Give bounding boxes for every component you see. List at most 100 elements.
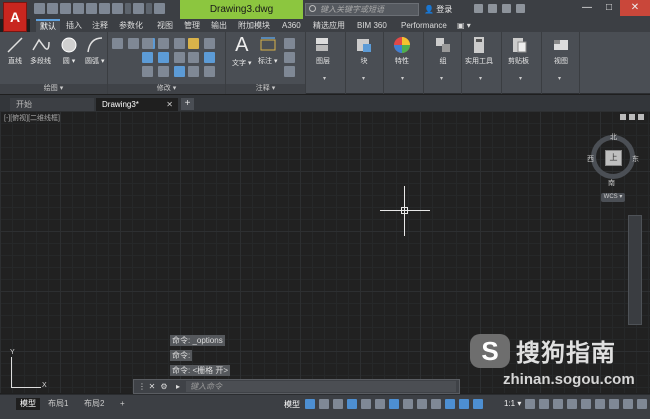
markup-icon[interactable]	[284, 66, 295, 77]
circle-tool[interactable]: 圆 ▾	[60, 36, 78, 66]
line-tool[interactable]: 直线	[6, 36, 24, 66]
utilities-panel[interactable]: 实用工具 ▾	[462, 32, 502, 94]
ribbon-options-icon[interactable]: ▣ ▾	[453, 19, 475, 32]
offset-icon[interactable]	[188, 52, 199, 63]
arc-tool[interactable]: 圆弧 ▾	[85, 36, 104, 66]
undo-dropdown-icon[interactable]	[125, 3, 131, 14]
lineweight-icon[interactable]	[403, 399, 413, 409]
join-icon[interactable]	[188, 66, 199, 77]
scale-icon[interactable]	[158, 66, 169, 77]
layers-panel[interactable]: 图层 ▾	[306, 32, 346, 94]
tab-insert[interactable]: 插入	[62, 19, 86, 32]
redo-icon[interactable]	[133, 3, 144, 14]
print-icon[interactable]	[99, 3, 110, 14]
annotation-scale-selector[interactable]: 1:1 ▾	[504, 399, 521, 408]
tab-annotate[interactable]: 注释	[88, 19, 112, 32]
block-dropdown-icon[interactable]: ▾	[362, 75, 365, 82]
break-icon[interactable]	[204, 66, 215, 77]
layout-tab-layout1[interactable]: 布局1	[44, 398, 72, 410]
redo-dropdown-icon[interactable]	[146, 3, 152, 14]
close-button[interactable]: ✕	[620, 0, 650, 16]
clean-screen-icon[interactable]	[623, 399, 633, 409]
exchange-icon[interactable]	[502, 4, 511, 13]
leader-icon[interactable]	[284, 38, 295, 49]
tab-a360[interactable]: A360	[278, 19, 305, 32]
viewcube-north[interactable]: 北	[610, 132, 617, 142]
customize-qat-icon[interactable]	[154, 3, 165, 14]
model-space-button[interactable]: 模型	[284, 399, 300, 410]
draw-panel-title[interactable]: 绘图 ▾	[0, 84, 107, 94]
layout-tab-model[interactable]: 模型	[16, 398, 40, 410]
viewcube-top-face[interactable]: 上	[605, 150, 622, 166]
properties-dropdown-icon[interactable]: ▾	[401, 75, 404, 82]
annotation-visibility-icon[interactable]	[445, 399, 455, 409]
command-line-close-icon[interactable]: ✕	[146, 380, 158, 393]
utilities-dropdown-icon[interactable]: ▾	[479, 75, 482, 82]
polyline-tool[interactable]: 多段线	[30, 36, 51, 66]
save-as-icon[interactable]	[73, 3, 84, 14]
explode-icon[interactable]	[204, 38, 215, 49]
viewport-minimize-icon[interactable]	[620, 114, 626, 120]
view-dropdown-icon[interactable]: ▾	[558, 75, 561, 82]
share-icon[interactable]	[86, 3, 97, 14]
customization-menu-icon[interactable]	[637, 399, 647, 409]
clipboard-dropdown-icon[interactable]: ▾	[519, 75, 522, 82]
viewport-controls[interactable]: [-][俯视][二维线框]	[4, 113, 60, 123]
object-snap-icon[interactable]	[389, 399, 399, 409]
new-tab-button[interactable]: +	[181, 98, 194, 110]
tab-manage[interactable]: 管理	[180, 19, 204, 32]
move-icon[interactable]	[142, 38, 153, 49]
grid-toggle-icon[interactable]	[305, 399, 315, 409]
view-panel[interactable]: 视图 ▾	[542, 32, 580, 94]
add-plus-icon[interactable]	[539, 399, 549, 409]
viewport-restore-icon[interactable]	[629, 114, 635, 120]
text-tool[interactable]: A 文字 ▾	[232, 34, 251, 68]
undo-icon[interactable]	[112, 3, 123, 14]
add-layout-button[interactable]: +	[116, 398, 129, 410]
copy-icon[interactable]	[142, 52, 153, 63]
wcs-menu[interactable]: WCS ▾	[601, 193, 625, 202]
tab-performance[interactable]: Performance	[397, 19, 451, 32]
close-tab-icon[interactable]: ✕	[166, 98, 173, 111]
search-input[interactable]: 键入关键字或短语	[305, 3, 419, 16]
block-panel[interactable]: 块 ▾	[346, 32, 384, 94]
open-file-icon[interactable]	[47, 3, 58, 14]
application-menu-button[interactable]: A	[3, 2, 27, 32]
stretch-icon[interactable]	[142, 66, 153, 77]
recent-commands-icon[interactable]: ▸	[172, 380, 184, 393]
layout-tab-layout2[interactable]: 布局2	[80, 398, 108, 410]
lock-ui-icon[interactable]	[581, 399, 591, 409]
workspace-switch-icon[interactable]	[525, 399, 535, 409]
ortho-toggle-icon[interactable]	[333, 399, 343, 409]
rotate-icon[interactable]	[158, 38, 169, 49]
trim-icon[interactable]	[174, 38, 185, 49]
tab-addins[interactable]: 附加模块	[234, 19, 274, 32]
tab-start[interactable]: 开始	[10, 98, 94, 111]
auto-scale-icon[interactable]	[459, 399, 469, 409]
properties-panel[interactable]: 特性 ▾	[384, 32, 424, 94]
units-icon[interactable]	[553, 399, 563, 409]
mirror-icon[interactable]	[158, 52, 169, 63]
fillet-icon[interactable]	[174, 52, 185, 63]
command-input[interactable]: 键入命令	[186, 381, 456, 392]
cart-icon[interactable]	[488, 4, 497, 13]
tab-output[interactable]: 输出	[207, 19, 231, 32]
groups-panel[interactable]: 组 ▾	[424, 32, 462, 94]
snap-toggle-icon[interactable]	[319, 399, 329, 409]
clipboard-panel[interactable]: 剪贴板 ▾	[502, 32, 542, 94]
help-icon[interactable]	[516, 4, 525, 13]
tab-parametric[interactable]: 参数化	[115, 19, 147, 32]
erase-icon[interactable]	[188, 38, 199, 49]
tab-default[interactable]: 默认	[36, 19, 60, 32]
command-line-settings-icon[interactable]: ⚙	[158, 380, 170, 393]
quick-properties-icon[interactable]	[567, 399, 577, 409]
save-icon[interactable]	[60, 3, 71, 14]
isolate-objects-icon[interactable]	[595, 399, 605, 409]
hardware-acceleration-icon[interactable]	[609, 399, 619, 409]
tab-drawing3[interactable]: Drawing3* ✕	[96, 98, 178, 111]
polar-toggle-icon[interactable]	[347, 399, 357, 409]
table-icon[interactable]	[284, 52, 295, 63]
tab-view[interactable]: 视图	[153, 19, 177, 32]
array-icon[interactable]	[174, 66, 185, 77]
maximize-button[interactable]: □	[598, 0, 620, 16]
